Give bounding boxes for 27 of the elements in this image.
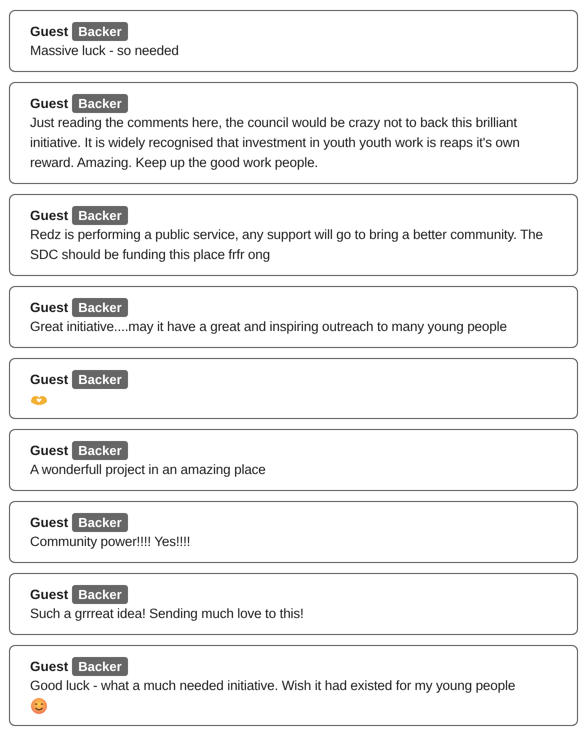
comment-text: Just reading the comments here, the council would be crazy not to back this brilliant initiative. It is widely recognised that investment in youth youth work is reaps it's own reward. Amazing. Keep up the good work people. — [30, 114, 521, 172]
comment-text: Such a grrreat idea! Sending much love to this! — [30, 605, 305, 623]
author-name: Guest — [30, 514, 68, 530]
comment-text: Great initiative....may it have a great and inspiring outreach to many young people — [30, 318, 508, 336]
author-name: Guest — [30, 442, 68, 458]
role-badge: Backer — [72, 656, 128, 676]
role-badge: Backer — [72, 206, 128, 224]
author-name: Guest — [30, 96, 68, 110]
author-name: Guest — [30, 208, 68, 222]
comment-text: Good luck - what a much needed initiative. Wish it had existed for my young people — [30, 677, 516, 695]
comment-text: Massive luck - so needed — [30, 42, 180, 60]
author-name: Guest — [30, 24, 68, 38]
role-badge: Backer — [72, 22, 128, 40]
author-name: Guest — [30, 372, 68, 386]
role-badge: Backer — [72, 440, 128, 460]
comment-text: Redz is performing a public service, any support will go to bring a better community. The SDC should be funding this place frfr ong — [30, 226, 544, 264]
role-badge: Backer — [72, 298, 128, 316]
role-badge: Backer — [72, 370, 128, 388]
comment-text: Community power!!!! Yes!!!! — [30, 533, 192, 551]
role-badge: Backer — [72, 512, 128, 532]
author-name: Guest — [30, 658, 68, 674]
comment-text: A wonderfull project in an amazing place — [30, 461, 267, 479]
role-badge: Backer — [72, 94, 128, 112]
role-badge: Backer — [72, 584, 128, 604]
smiling-face-icon — [30, 697, 48, 715]
author-name: Guest — [30, 586, 68, 602]
author-name: Guest — [30, 300, 68, 314]
